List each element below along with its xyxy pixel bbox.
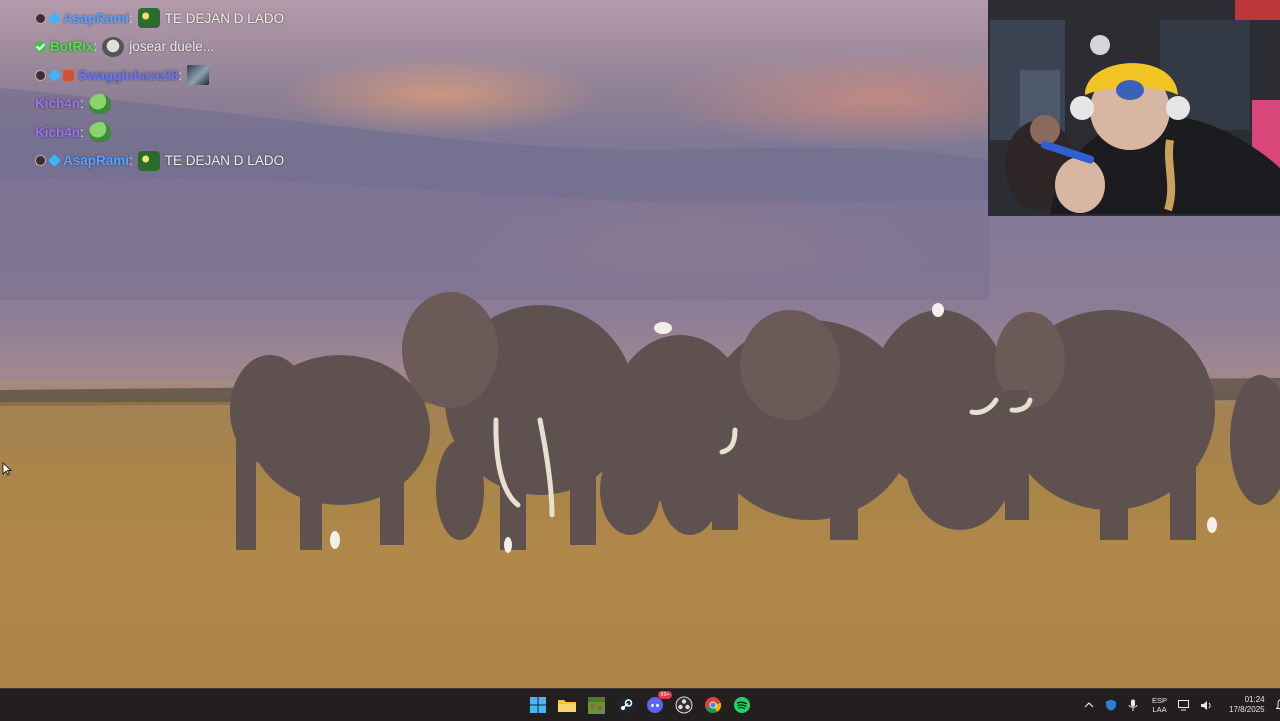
face-emote-icon	[102, 36, 125, 57]
microphone-icon[interactable]	[1126, 698, 1140, 712]
chat-separator: :	[93, 39, 98, 55]
spotify-icon[interactable]	[731, 694, 753, 716]
chat-message: Kich4n:	[35, 90, 284, 119]
minecraft-icon[interactable]	[585, 694, 607, 716]
chat-text: josear duele...	[129, 39, 215, 55]
discord-icon[interactable]: 99+	[644, 691, 672, 716]
frog-emote-icon	[137, 150, 160, 171]
chat-username[interactable]: AsapRami	[63, 11, 129, 26]
chat-username[interactable]: Kich4n	[35, 96, 80, 111]
obs-icon[interactable]	[673, 694, 695, 716]
webcam-overlay	[988, 0, 1280, 216]
chat-message: Swagginhaze28:	[35, 61, 284, 90]
network-icon[interactable]	[1177, 698, 1191, 712]
defender-shield-icon[interactable]	[1104, 698, 1118, 712]
volume-icon[interactable]	[1199, 698, 1213, 712]
chat-separator: :	[129, 10, 133, 26]
clock-time: 01:24	[1244, 695, 1265, 704]
chat-text: TE DEJAN D LADO	[164, 10, 285, 26]
discord-notification-badge: 99+	[658, 691, 672, 699]
pepe-emote-icon	[88, 122, 111, 143]
diamond-badge-icon	[48, 154, 61, 168]
chat-message: Kich4n:	[35, 118, 284, 147]
chevron-up-icon[interactable]	[1082, 698, 1096, 712]
mouse-cursor-icon	[2, 462, 12, 476]
taskbar-pinned-apps: 99+	[527, 691, 761, 716]
chat-message: AsapRami: TE DEJAN D LADO	[35, 4, 284, 33]
chat-username[interactable]: BotRix	[50, 39, 94, 54]
steam-icon[interactable]	[615, 694, 637, 716]
subscriber-badge-icon	[63, 69, 74, 81]
clock[interactable]: 01:24 17/8/2025	[1229, 695, 1265, 715]
chat-separator: :	[80, 96, 84, 112]
chat-username[interactable]: Kich4n	[35, 125, 80, 140]
chat-separator: :	[178, 67, 183, 83]
frog-emote-icon	[137, 8, 160, 29]
verified-bot-badge-icon	[35, 41, 46, 53]
chat-separator: :	[80, 124, 84, 140]
chat-text: TE DEJAN D LADO	[164, 153, 285, 169]
chat-separator: :	[129, 153, 133, 169]
keyboard-layout-label: LAA	[1152, 705, 1167, 714]
diamond-badge-icon	[48, 68, 61, 82]
chat-username[interactable]: Swagginhaze28	[78, 68, 179, 83]
file-explorer-icon[interactable]	[556, 694, 578, 716]
chat-message: AsapRami: TE DEJAN D LADO	[35, 147, 284, 176]
clock-date: 17/8/2025	[1229, 705, 1265, 714]
chat-message: BotRix: josear duele...	[35, 33, 284, 62]
taskbar: 99+ ESP LAA 01:24 17/8/2025	[0, 688, 1280, 721]
moderator-badge-icon	[35, 69, 46, 81]
notifications-icon[interactable]	[1275, 698, 1280, 712]
photo-emote-icon	[187, 65, 210, 86]
language-label: ESP	[1152, 696, 1168, 705]
diamond-badge-icon	[48, 11, 61, 25]
system-tray: ESP LAA 01:24 17/8/2025	[1082, 689, 1280, 721]
start-icon[interactable]	[527, 694, 549, 716]
language-indicator[interactable]: ESP LAA	[1152, 696, 1167, 714]
chrome-icon[interactable]	[702, 694, 724, 716]
chat-username[interactable]: AsapRami	[63, 153, 129, 168]
moderator-badge-icon	[35, 155, 46, 167]
moderator-badge-icon	[35, 12, 46, 24]
pepe-emote-icon	[88, 93, 111, 114]
chat-overlay: AsapRami: TE DEJAN D LADO BotRix: josear…	[35, 4, 284, 175]
